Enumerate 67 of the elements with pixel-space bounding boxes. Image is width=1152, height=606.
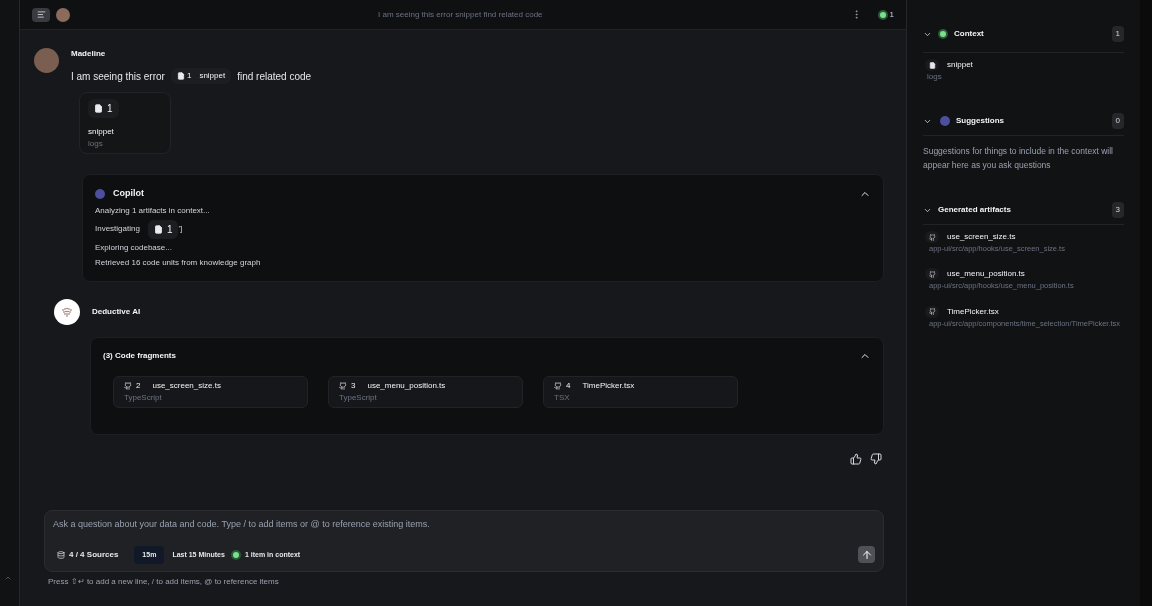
sources-button[interactable]: 4 / 4 Sources bbox=[53, 548, 123, 561]
arrow-up-icon bbox=[860, 548, 873, 561]
file-icon bbox=[176, 72, 185, 80]
fragment-name: use_screen_size.ts bbox=[152, 379, 221, 392]
fragment-number: 2 bbox=[136, 379, 141, 392]
status-text: Investigating bbox=[95, 223, 140, 235]
fragment-language: TypeScript bbox=[339, 391, 378, 404]
github-icon bbox=[554, 381, 562, 390]
panel-title: (3) Code fragments bbox=[103, 349, 177, 362]
status-text: Exploring codebase... bbox=[95, 241, 173, 254]
count-badge: 3 bbox=[1111, 202, 1124, 218]
author-name: Deductive AI bbox=[92, 305, 141, 318]
code-fragment-card[interactable]: 3 use_menu_position.ts TypeScript bbox=[328, 375, 523, 408]
chip-suffix: '] bbox=[178, 223, 183, 235]
github-icon bbox=[925, 268, 939, 281]
item-name[interactable]: use_menu_position.ts bbox=[947, 268, 1025, 281]
author-name: Madeline bbox=[71, 48, 107, 60]
message-text: find related code bbox=[237, 69, 312, 84]
user-avatar[interactable] bbox=[56, 7, 70, 22]
file-chip[interactable]: 1 bbox=[147, 219, 179, 239]
count-badge: 1 bbox=[1111, 26, 1124, 42]
item-name[interactable]: TimePicker.tsx bbox=[947, 305, 999, 318]
section-title[interactable]: Generated artifacts bbox=[938, 204, 1112, 216]
count-badge: 0 bbox=[1111, 113, 1124, 129]
file-icon bbox=[94, 104, 103, 113]
file-chip[interactable]: 1 bbox=[88, 99, 119, 118]
panel-title: Copilot bbox=[113, 187, 145, 200]
status-text: Retrieved 16 code units from knowledge graph bbox=[95, 256, 262, 269]
attachment-card[interactable]: 1 snippet logs bbox=[79, 92, 171, 154]
thumbs-down-button[interactable] bbox=[870, 452, 882, 465]
database-icon bbox=[57, 550, 65, 559]
menu-button[interactable] bbox=[32, 7, 50, 22]
conversation-title: I am seeing this error snippet find related code bbox=[377, 8, 544, 21]
user-avatar bbox=[34, 48, 59, 73]
suggestions-message: Suggestions for things to include in the context will appear here as you ask questions bbox=[923, 145, 1114, 172]
keyboard-hint: Press ⇧↵ to add a new line, / to add items, @ to reference items bbox=[48, 576, 280, 588]
fragment-number: 3 bbox=[351, 379, 356, 392]
section-title[interactable]: Suggestions bbox=[956, 115, 1112, 127]
menu-icon bbox=[36, 10, 46, 19]
github-icon bbox=[925, 231, 939, 243]
attachment-type: logs bbox=[88, 138, 104, 150]
attachment-name: snippet bbox=[88, 126, 115, 138]
context-count: 1 bbox=[889, 8, 894, 21]
item-name[interactable]: use_screen_size.ts bbox=[947, 231, 1016, 243]
fragment-language: TSX bbox=[554, 391, 571, 404]
github-icon bbox=[124, 381, 132, 390]
section-title[interactable]: Context bbox=[954, 28, 1112, 40]
suggestions-icon bbox=[940, 116, 950, 126]
github-icon bbox=[925, 305, 939, 318]
file-icon bbox=[925, 59, 939, 71]
code-fragment-card[interactable]: 2 use_screen_size.ts TypeScript bbox=[113, 375, 308, 408]
fragment-language: TypeScript bbox=[124, 391, 163, 404]
item-detail: logs bbox=[927, 71, 943, 83]
status-text: Analyzing 1 artifacts in context... bbox=[95, 204, 211, 217]
copilot-icon bbox=[95, 188, 105, 199]
fragment-name: TimePicker.tsx bbox=[582, 379, 635, 392]
item-name[interactable]: snippet bbox=[947, 59, 973, 71]
question-input[interactable]: Ask a question about your data and code. Type / to add items or @ to reference existing items. bbox=[53, 518, 875, 532]
fragment-number: 4 bbox=[566, 379, 571, 392]
message-text: I am seeing this error bbox=[71, 69, 165, 84]
send-button[interactable] bbox=[858, 546, 875, 564]
github-icon bbox=[339, 381, 347, 390]
thumbs-up-button[interactable] bbox=[850, 452, 862, 465]
file-icon bbox=[153, 224, 163, 234]
code-fragment-card[interactable]: 4 TimePicker.tsx TSX bbox=[543, 375, 738, 408]
fragment-name: use_menu_position.ts bbox=[367, 379, 446, 392]
snippet-chip[interactable]: 1 snippet bbox=[170, 68, 232, 84]
